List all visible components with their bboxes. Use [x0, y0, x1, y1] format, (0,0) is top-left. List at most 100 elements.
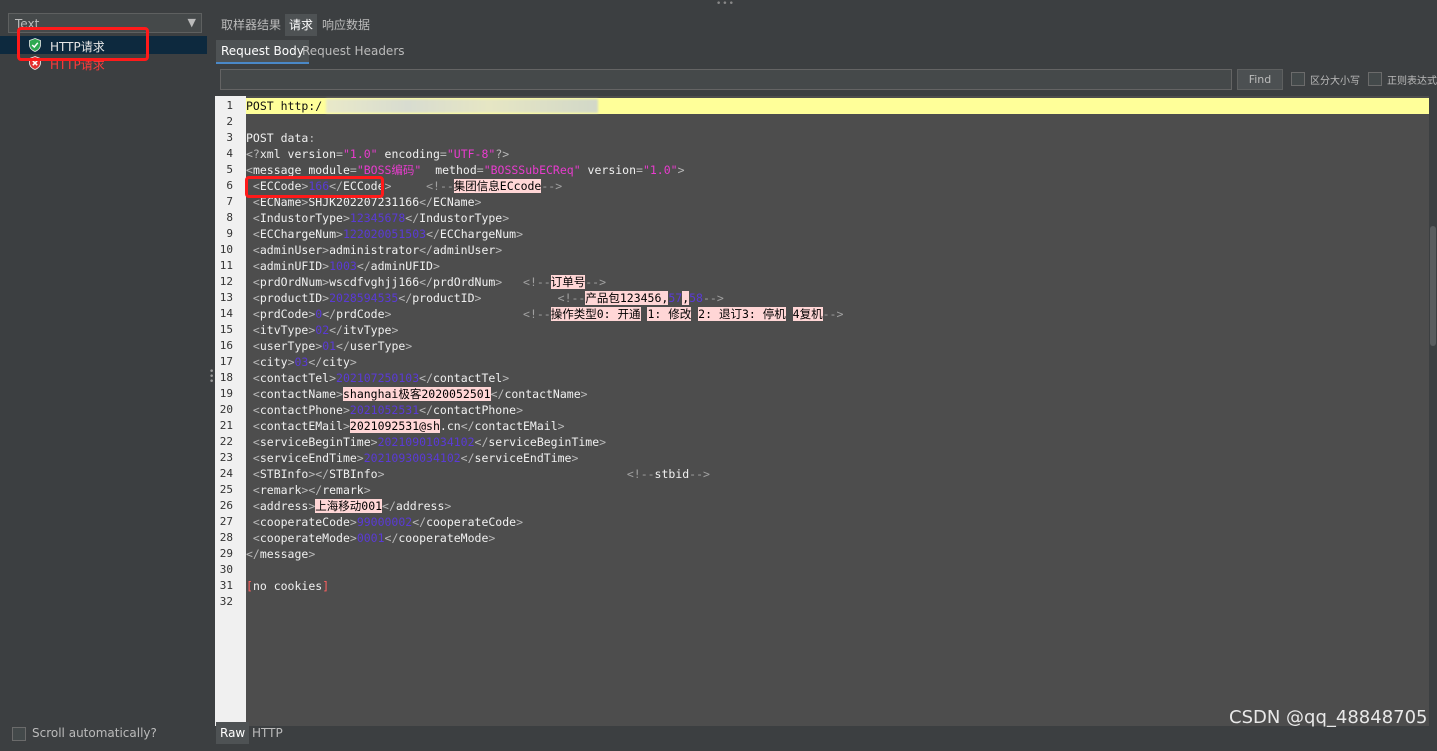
code-area[interactable]: POST http:/POST data: <?xml version="1.0"…: [246, 96, 1429, 726]
code-line: [no cookies]: [246, 578, 1429, 594]
tab-http[interactable]: HTTP: [248, 722, 287, 744]
code-token: <: [246, 339, 260, 353]
line-number: 18: [219, 371, 233, 384]
line-number: 17: [219, 355, 233, 368]
code-token: </: [336, 339, 350, 353]
vertical-scrollbar[interactable]: [1429, 96, 1437, 726]
code-token: serviceEndTime: [474, 451, 572, 465]
grip-dots-icon: •••: [716, 0, 735, 9]
code-line-text: <productID>2028594535</productID> <!--产品…: [246, 290, 724, 306]
line-number: 24: [219, 467, 233, 480]
code-line-text: <prdCode>0</prdCode> <!--操作类型0: 开通 1: 修改…: [246, 306, 843, 322]
code-line: <contactTel>202107250103</contactTel>: [246, 370, 1429, 386]
code-line: <prdOrdNum>wscdfvghjj166</prdOrdNum> <!-…: [246, 274, 1429, 290]
code-token: </: [412, 515, 427, 529]
code-token: >: [329, 371, 337, 385]
case-sensitive-label: 区分大小写: [1310, 76, 1360, 87]
checkbox-box[interactable]: [12, 727, 26, 741]
code-token: >: [495, 243, 503, 257]
code-token: >: [370, 435, 378, 449]
code-token: <: [246, 451, 260, 465]
code-token: >: [571, 451, 579, 465]
code-token: 订单号: [550, 275, 586, 289]
code-token: "1.0": [642, 163, 678, 177]
tab-request[interactable]: 请求: [285, 14, 318, 36]
code-token: adminUser: [259, 243, 323, 257]
code-token: </: [460, 451, 475, 465]
checkbox-box[interactable]: [1291, 72, 1305, 86]
code-token: productID: [412, 291, 475, 305]
code-token: address: [259, 499, 309, 513]
code-token: >: [516, 515, 524, 529]
code-token: <: [246, 403, 260, 417]
code-token: >: [405, 339, 413, 353]
tab-request-body[interactable]: Request Body: [216, 40, 309, 64]
code-token: productID: [259, 291, 323, 305]
code-token: >: [363, 483, 371, 497]
code-token: shanghai极客2020052501: [342, 387, 491, 401]
line-number: 12: [219, 275, 233, 288]
code-token: prdCode: [336, 307, 385, 321]
code-line: </message>: [246, 546, 1429, 562]
details-panel: 取样器结果 请求 响应数据 Request Body Request Heade…: [215, 10, 1437, 751]
code-token: 202107250103: [336, 371, 420, 385]
code-token: IndustorType: [259, 211, 343, 225]
search-input[interactable]: [220, 69, 1232, 90]
code-token: 02: [315, 323, 330, 337]
code-token: <: [246, 435, 260, 449]
code-line-text: <contactName>shanghai极客2020052501</conta…: [246, 386, 588, 402]
code-token: <: [246, 259, 260, 273]
results-tree-panel: Text ▼ HTTP请求 HTTP请求 Scroll automaticall…: [0, 10, 208, 751]
code-token: >: [356, 451, 364, 465]
code-token: >: [488, 531, 496, 545]
code-token: <: [246, 387, 260, 401]
request-body-editor[interactable]: 1 2 3 4 5 6 7 8 9 10 11 12 13 14 15 16 17 18 19 20 21 22 23 24 2…: [215, 96, 1429, 726]
code-token: <: [246, 467, 260, 481]
code-line-text: <?xml version="1.0" encoding="UTF-8"?>: [246, 146, 509, 162]
tab-request-headers[interactable]: Request Headers: [297, 40, 410, 64]
code-token: >: [342, 211, 350, 225]
code-token: </: [474, 435, 489, 449]
code-token: no cookies: [252, 579, 323, 593]
code-token: <!--: [426, 179, 454, 193]
tab-sampler-result[interactable]: 取样器结果: [217, 14, 285, 36]
code-line: <?xml version="1.0" encoding="UTF-8"?>: [246, 146, 1429, 162]
top-drag-handle[interactable]: •••: [0, 0, 1437, 10]
line-number: 7: [226, 195, 233, 208]
checkbox-box[interactable]: [1368, 72, 1382, 86]
code-token: </: [356, 259, 371, 273]
code-token: ></: [301, 483, 323, 497]
code-line: <ECCode>166</ECCode> <!--集团信息ECcode-->: [246, 178, 1429, 194]
find-button[interactable]: Find: [1237, 69, 1283, 90]
line-number: 20: [219, 403, 233, 416]
code-token: >: [377, 467, 385, 481]
tab-response-data[interactable]: 响应数据: [318, 14, 374, 36]
code-token: </: [322, 307, 337, 321]
code-token: method: [421, 163, 477, 177]
scrollbar-thumb[interactable]: [1430, 226, 1436, 346]
code-line: <remark></remark>: [246, 482, 1429, 498]
code-token: </: [419, 403, 433, 417]
code-line-text: <adminUser>administrator</adminUser>: [246, 242, 502, 258]
code-token: <!--: [523, 307, 551, 321]
line-number: 14: [219, 307, 233, 320]
watermark: CSDN @qq_48848705: [1229, 707, 1428, 728]
code-token: 57: [668, 291, 683, 305]
code-token: "UTF-8": [446, 147, 496, 161]
annotation-box-tree-item: [17, 27, 149, 61]
panel-splitter[interactable]: • • •: [207, 10, 215, 751]
code-token: prdOrdNum: [432, 275, 496, 289]
code-token: serviceBeginTime: [259, 435, 371, 449]
code-token: <: [246, 227, 260, 241]
tab-raw[interactable]: Raw: [216, 722, 250, 744]
code-line-text: <IndustorType>12345678</IndustorType>: [246, 210, 509, 226]
code-token: =: [636, 163, 643, 177]
code-token: </: [246, 547, 260, 561]
code-line: <city>03</city>: [246, 354, 1429, 370]
line-number: 11: [219, 259, 233, 272]
code-line-text: <userType>01</userType>: [246, 338, 412, 354]
code-token: <!--: [626, 467, 655, 481]
annotation-box-eccode: [245, 176, 384, 198]
